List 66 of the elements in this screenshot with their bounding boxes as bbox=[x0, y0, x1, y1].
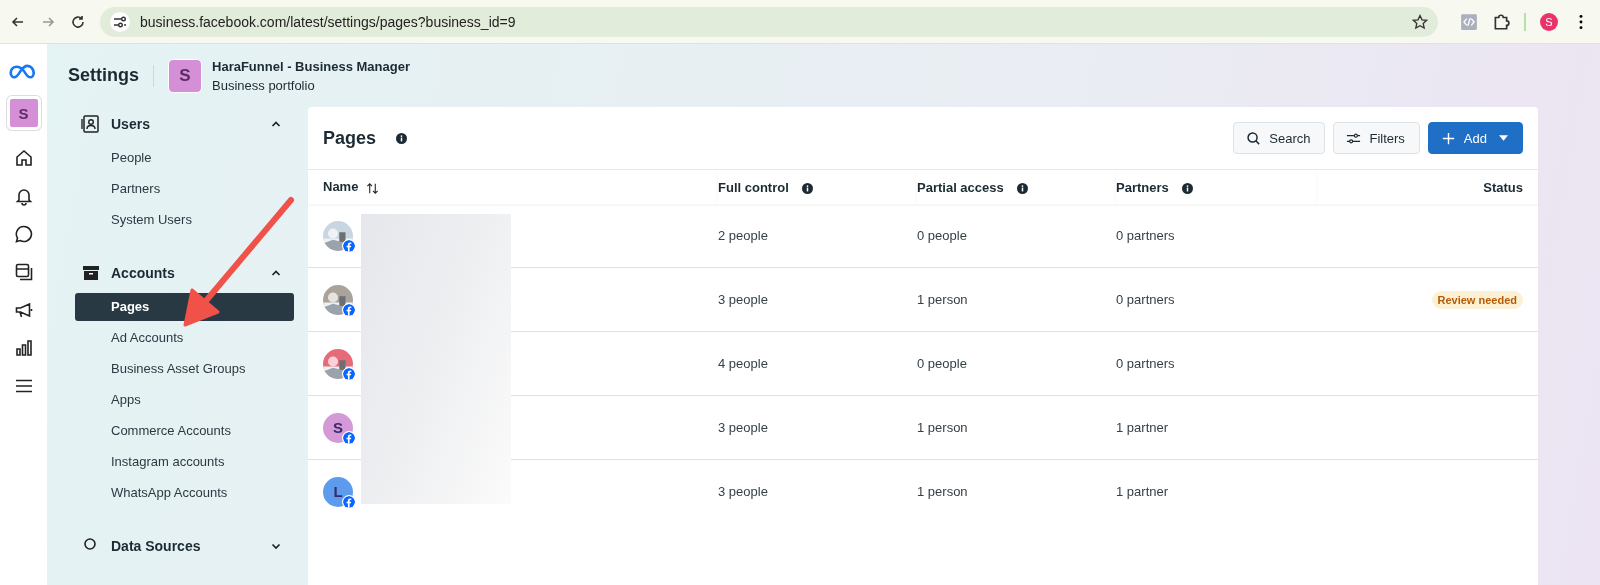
page-title: Settings bbox=[68, 65, 139, 86]
sidebar-item[interactable]: Commerce Accounts bbox=[75, 417, 294, 445]
sidebar-item[interactable]: Apps bbox=[75, 386, 294, 414]
table-cell: 0 people bbox=[917, 228, 967, 243]
business-avatar: S bbox=[168, 58, 202, 93]
site-settings-icon[interactable] bbox=[110, 11, 130, 32]
table-cell: 1 person bbox=[917, 292, 968, 307]
table-cell: 3 people bbox=[718, 292, 768, 307]
address-bar[interactable]: business.facebook.com/latest/settings/pages?business_id=9 bbox=[100, 6, 1438, 37]
url-text: business.facebook.com/latest/settings/pages?business_id=9 bbox=[140, 13, 517, 30]
pages-icon[interactable] bbox=[13, 262, 34, 282]
column-header: Status bbox=[1483, 179, 1523, 195]
megaphone-icon[interactable] bbox=[13, 300, 34, 320]
reload-icon[interactable] bbox=[70, 13, 86, 30]
bar-chart-icon[interactable] bbox=[13, 338, 34, 358]
sidebar-item[interactable]: Ad Accounts bbox=[75, 324, 294, 352]
column-header: Full control bbox=[718, 179, 789, 195]
table-cell: 0 partners bbox=[1116, 356, 1175, 371]
page-avatar: S bbox=[323, 412, 353, 443]
caret-icon bbox=[1499, 135, 1508, 141]
info-icon[interactable] bbox=[1017, 182, 1029, 194]
column-header: Partners bbox=[1116, 179, 1169, 195]
status-badge: Review needed bbox=[1431, 291, 1523, 309]
info-icon[interactable] bbox=[396, 132, 408, 144]
section-header[interactable]: Users bbox=[75, 107, 294, 141]
archive-icon bbox=[81, 263, 101, 283]
column-header[interactable]: Name bbox=[323, 179, 359, 195]
chat-icon[interactable] bbox=[13, 224, 34, 244]
info-icon[interactable] bbox=[802, 182, 814, 194]
table-cell: 0 people bbox=[917, 356, 967, 371]
table-cell: 1 partner bbox=[1116, 420, 1169, 435]
table-cell: 2 people bbox=[718, 228, 768, 243]
sidebar-item[interactable]: Business Asset Groups bbox=[75, 355, 294, 383]
table-cell: 3 people bbox=[718, 420, 768, 435]
sidebar-item[interactable]: Partners bbox=[75, 175, 294, 203]
table-cell: 0 partners bbox=[1116, 292, 1175, 307]
business-avatar[interactable]: S bbox=[6, 96, 41, 130]
sidebar-item[interactable]: Instagram accounts bbox=[75, 448, 294, 476]
plus-icon bbox=[1440, 130, 1456, 146]
table-cell: 4 people bbox=[718, 356, 768, 371]
card-title: Pages bbox=[323, 127, 377, 149]
puzzle-icon[interactable] bbox=[1492, 12, 1510, 31]
sidebar-item[interactable]: WhatsApp Accounts bbox=[75, 479, 294, 507]
add-button[interactable]: Add bbox=[1427, 122, 1523, 154]
business-subtitle: Business portfolio bbox=[212, 77, 316, 93]
star-icon[interactable] bbox=[1412, 13, 1428, 30]
section-header[interactable]: Accounts bbox=[75, 256, 294, 290]
contact-card-icon bbox=[81, 114, 101, 134]
sort-icon[interactable] bbox=[366, 181, 380, 195]
info-icon[interactable] bbox=[1182, 182, 1194, 194]
filters-button[interactable]: Filters bbox=[1333, 122, 1420, 154]
sidebar-item[interactable]: System Users bbox=[75, 206, 294, 234]
home-icon[interactable] bbox=[13, 148, 34, 168]
table-cell: 1 partner bbox=[1116, 484, 1169, 499]
table-cell: 0 partners bbox=[1116, 228, 1175, 243]
table-cell: 1 person bbox=[917, 420, 968, 435]
table-cell: 3 people bbox=[718, 484, 768, 499]
sidebar-item[interactable]: People bbox=[75, 144, 294, 172]
section-header[interactable]: Data Sources bbox=[75, 529, 294, 563]
page-avatar: L bbox=[323, 476, 353, 507]
profile-avatar[interactable]: S bbox=[1540, 12, 1558, 31]
search-button[interactable]: Search bbox=[1233, 122, 1326, 154]
table-cell: 1 person bbox=[917, 484, 968, 499]
column-header: Partial access bbox=[917, 179, 1004, 195]
business-name[interactable]: HaraFunnel - Business Manager bbox=[212, 58, 410, 74]
bell-icon[interactable] bbox=[13, 186, 34, 206]
